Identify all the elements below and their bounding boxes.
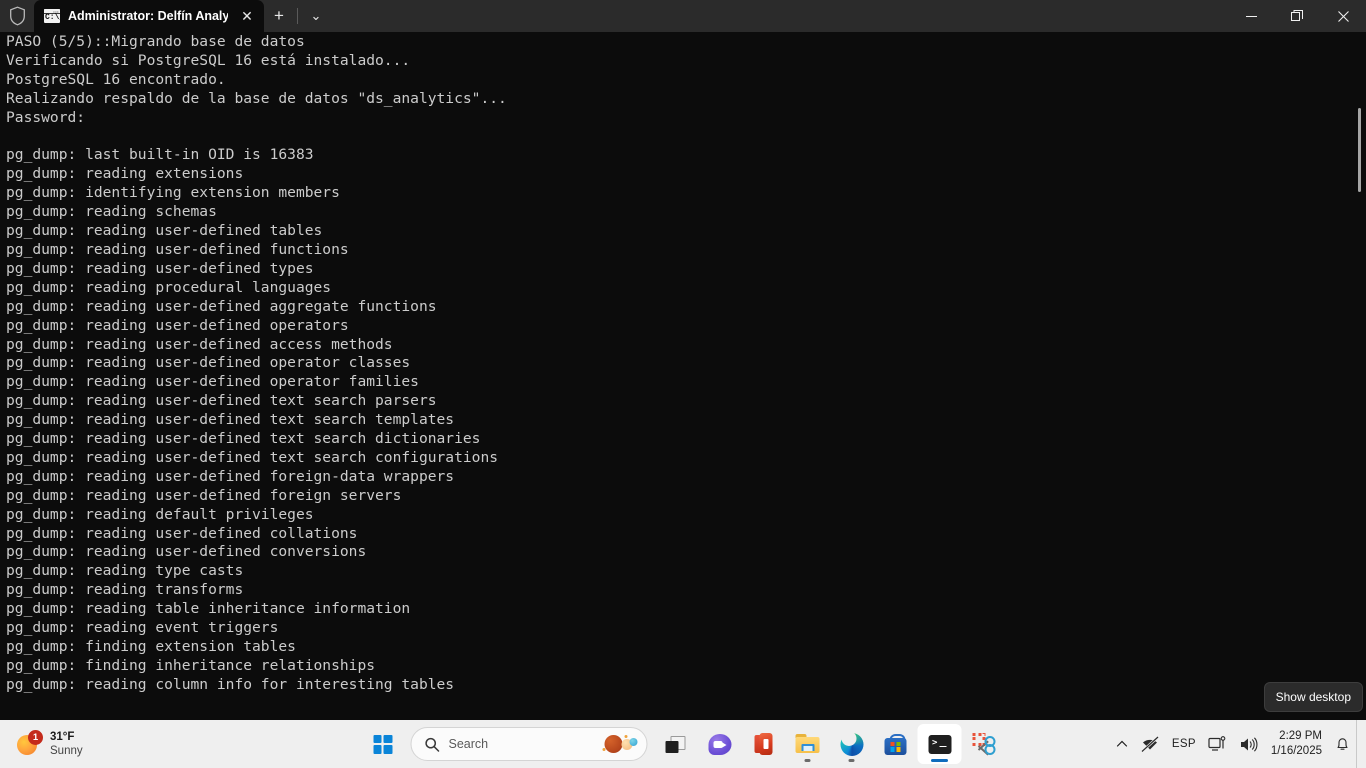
snipping-tool-button[interactable] (962, 724, 1006, 764)
task-view-icon (665, 735, 686, 753)
network-disconnected-icon (1141, 736, 1159, 753)
weather-condition: Sunny (50, 745, 83, 757)
start-button[interactable] (361, 724, 405, 764)
edge-icon (840, 730, 863, 756)
clock-time: 2:29 PM (1279, 730, 1322, 743)
tabbar-divider (297, 8, 298, 24)
store-icon (884, 733, 907, 755)
copilot-icon[interactable] (602, 734, 639, 754)
close-tab-icon[interactable]: ✕ (234, 4, 260, 28)
office-button[interactable] (742, 724, 786, 764)
weather-widget[interactable]: 1 31°F Sunny (4, 724, 93, 764)
volume-button[interactable] (1233, 724, 1264, 764)
search-placeholder: Search (448, 737, 489, 751)
taskbar: 1 31°F Sunny Search > ESP 2:29 PM 1/16/2… (0, 720, 1366, 768)
windows-logo-icon (373, 734, 392, 754)
sun-icon: 1 (16, 730, 43, 757)
search-icon (425, 737, 440, 752)
weather-badge: 1 (28, 730, 43, 745)
scissors-icon (972, 733, 996, 756)
file-explorer-button[interactable] (786, 724, 830, 764)
chat-icon (708, 733, 731, 755)
window-controls (1228, 0, 1366, 32)
folder-icon (795, 734, 820, 754)
tab-title: Administrator: Delfín Analyti (68, 9, 228, 23)
microsoft-store-button[interactable] (874, 724, 918, 764)
tray-overflow-button[interactable] (1110, 724, 1134, 764)
terminal-window: ••• C:\_ Administrator: Delfín Analyti ✕… (0, 0, 1366, 720)
edge-button[interactable] (830, 724, 874, 764)
new-tab-button[interactable]: + (264, 3, 294, 29)
show-desktop-tooltip: Show desktop (1263, 682, 1363, 712)
terminal-text: PASO (5/5)::Migrando base de datos Verif… (6, 33, 507, 693)
system-tray: ESP 2:29 PM 1/16/2025 (1110, 720, 1366, 768)
clock-date: 1/16/2025 (1270, 745, 1322, 757)
chevron-down-icon[interactable]: ⌄ (301, 3, 331, 29)
desktop-screen: ••• C:\_ Administrator: Delfín Analyti ✕… (0, 0, 1366, 768)
running-indicator (804, 759, 811, 762)
minimize-button[interactable] (1228, 0, 1274, 32)
notifications-button[interactable] (1329, 724, 1356, 764)
bell-icon (1337, 738, 1348, 750)
language-indicator[interactable]: ESP (1166, 724, 1202, 764)
maximize-restore-button[interactable] (1274, 0, 1320, 32)
network-status-button[interactable] (1134, 724, 1166, 764)
console-icon: ••• C:\_ (44, 9, 60, 23)
close-window-button[interactable] (1320, 0, 1366, 32)
network-monitor-button[interactable] (1202, 724, 1233, 764)
terminal-scrollbar[interactable] (1350, 32, 1366, 720)
weather-temperature: 31°F (50, 730, 75, 743)
active-indicator (931, 759, 948, 762)
task-view-button[interactable] (654, 724, 698, 764)
running-indicator (848, 759, 855, 762)
chevron-up-icon (1116, 740, 1128, 747)
monitor-icon (1208, 735, 1226, 751)
terminal-titlebar: ••• C:\_ Administrator: Delfín Analyti ✕… (0, 0, 1366, 32)
terminal-icon: > (928, 734, 951, 754)
office-icon (754, 733, 773, 755)
taskbar-center-cluster: Search > (361, 720, 1006, 768)
shield-icon (0, 0, 34, 32)
speaker-icon (1240, 736, 1258, 752)
chat-button[interactable] (698, 724, 742, 764)
terminal-output-area[interactable]: PASO (5/5)::Migrando base de datos Verif… (0, 32, 1366, 720)
scrollbar-thumb[interactable] (1358, 108, 1361, 192)
weather-text: 31°F Sunny (50, 730, 83, 759)
terminal-tab[interactable]: ••• C:\_ Administrator: Delfín Analyti ✕ (34, 0, 264, 32)
language-label: ESP (1171, 738, 1196, 750)
windows-terminal-button[interactable]: > (917, 724, 962, 764)
show-desktop-button[interactable] (1356, 720, 1366, 768)
clock[interactable]: 2:29 PM 1/16/2025 (1264, 724, 1329, 764)
search-input[interactable]: Search (410, 727, 648, 761)
